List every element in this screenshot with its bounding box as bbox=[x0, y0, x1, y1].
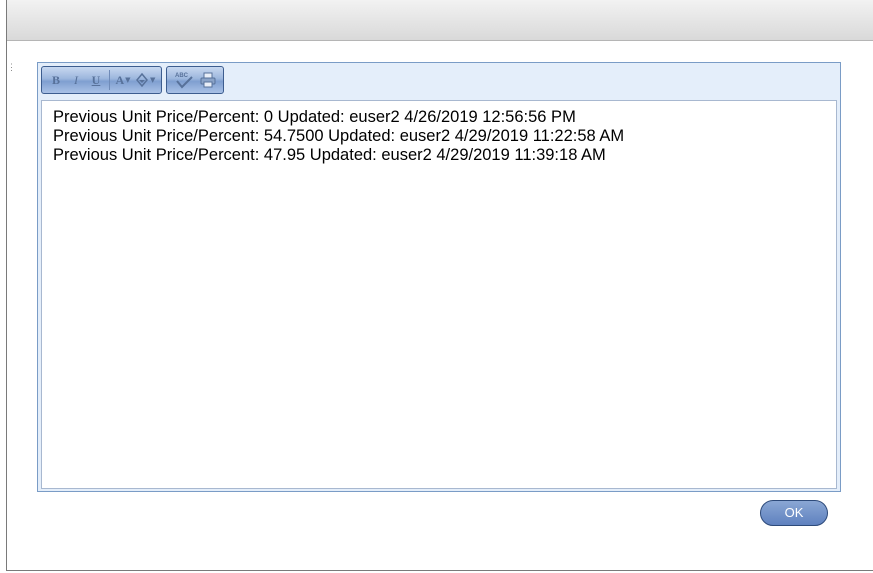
notes-text-area[interactable]: Previous Unit Price/Percent: 0 Updated: … bbox=[41, 100, 837, 489]
chevron-down-icon: ▼ bbox=[150, 76, 156, 84]
history-line: Previous Unit Price/Percent: 0 Updated: … bbox=[53, 108, 576, 126]
notes-dialog: ⋮ B I U A ▼ ▼ ABC Previous Unit Price/Pe… bbox=[6, 0, 873, 571]
toolbar-divider bbox=[109, 70, 110, 90]
format-button-group: B I U A ▼ ▼ bbox=[41, 66, 163, 94]
underline-icon[interactable]: U bbox=[86, 69, 106, 91]
print-button[interactable] bbox=[197, 69, 219, 91]
font-color-button[interactable]: A ▼ bbox=[113, 69, 133, 91]
spellcheck-button[interactable]: ABC bbox=[171, 69, 197, 91]
svg-text:ABC: ABC bbox=[175, 73, 189, 79]
font-color-icon: A bbox=[115, 72, 125, 87]
resize-grip[interactable]: ⋮ bbox=[7, 63, 16, 78]
dialog-titlebar[interactable] bbox=[7, 0, 873, 41]
history-line: Previous Unit Price/Percent: 47.95 Updat… bbox=[53, 146, 606, 164]
highlight-color-icon bbox=[136, 73, 148, 87]
tools-button-group: ABC bbox=[166, 66, 225, 94]
history-line: Previous Unit Price/Percent: 54.7500 Upd… bbox=[53, 127, 625, 145]
bold-icon[interactable]: B bbox=[46, 69, 66, 91]
chevron-down-icon: ▼ bbox=[125, 76, 131, 84]
ok-button[interactable]: OK bbox=[760, 500, 828, 526]
italic-icon[interactable]: I bbox=[66, 69, 86, 91]
print-icon bbox=[200, 72, 216, 88]
spellcheck-icon: ABC bbox=[175, 73, 194, 89]
editor-toolbar: B I U A ▼ ▼ ABC bbox=[41, 66, 228, 96]
rich-text-editor: B I U A ▼ ▼ ABC Previous Unit Price/Perc… bbox=[37, 62, 841, 492]
highlight-color-button[interactable]: ▼ bbox=[133, 69, 157, 91]
